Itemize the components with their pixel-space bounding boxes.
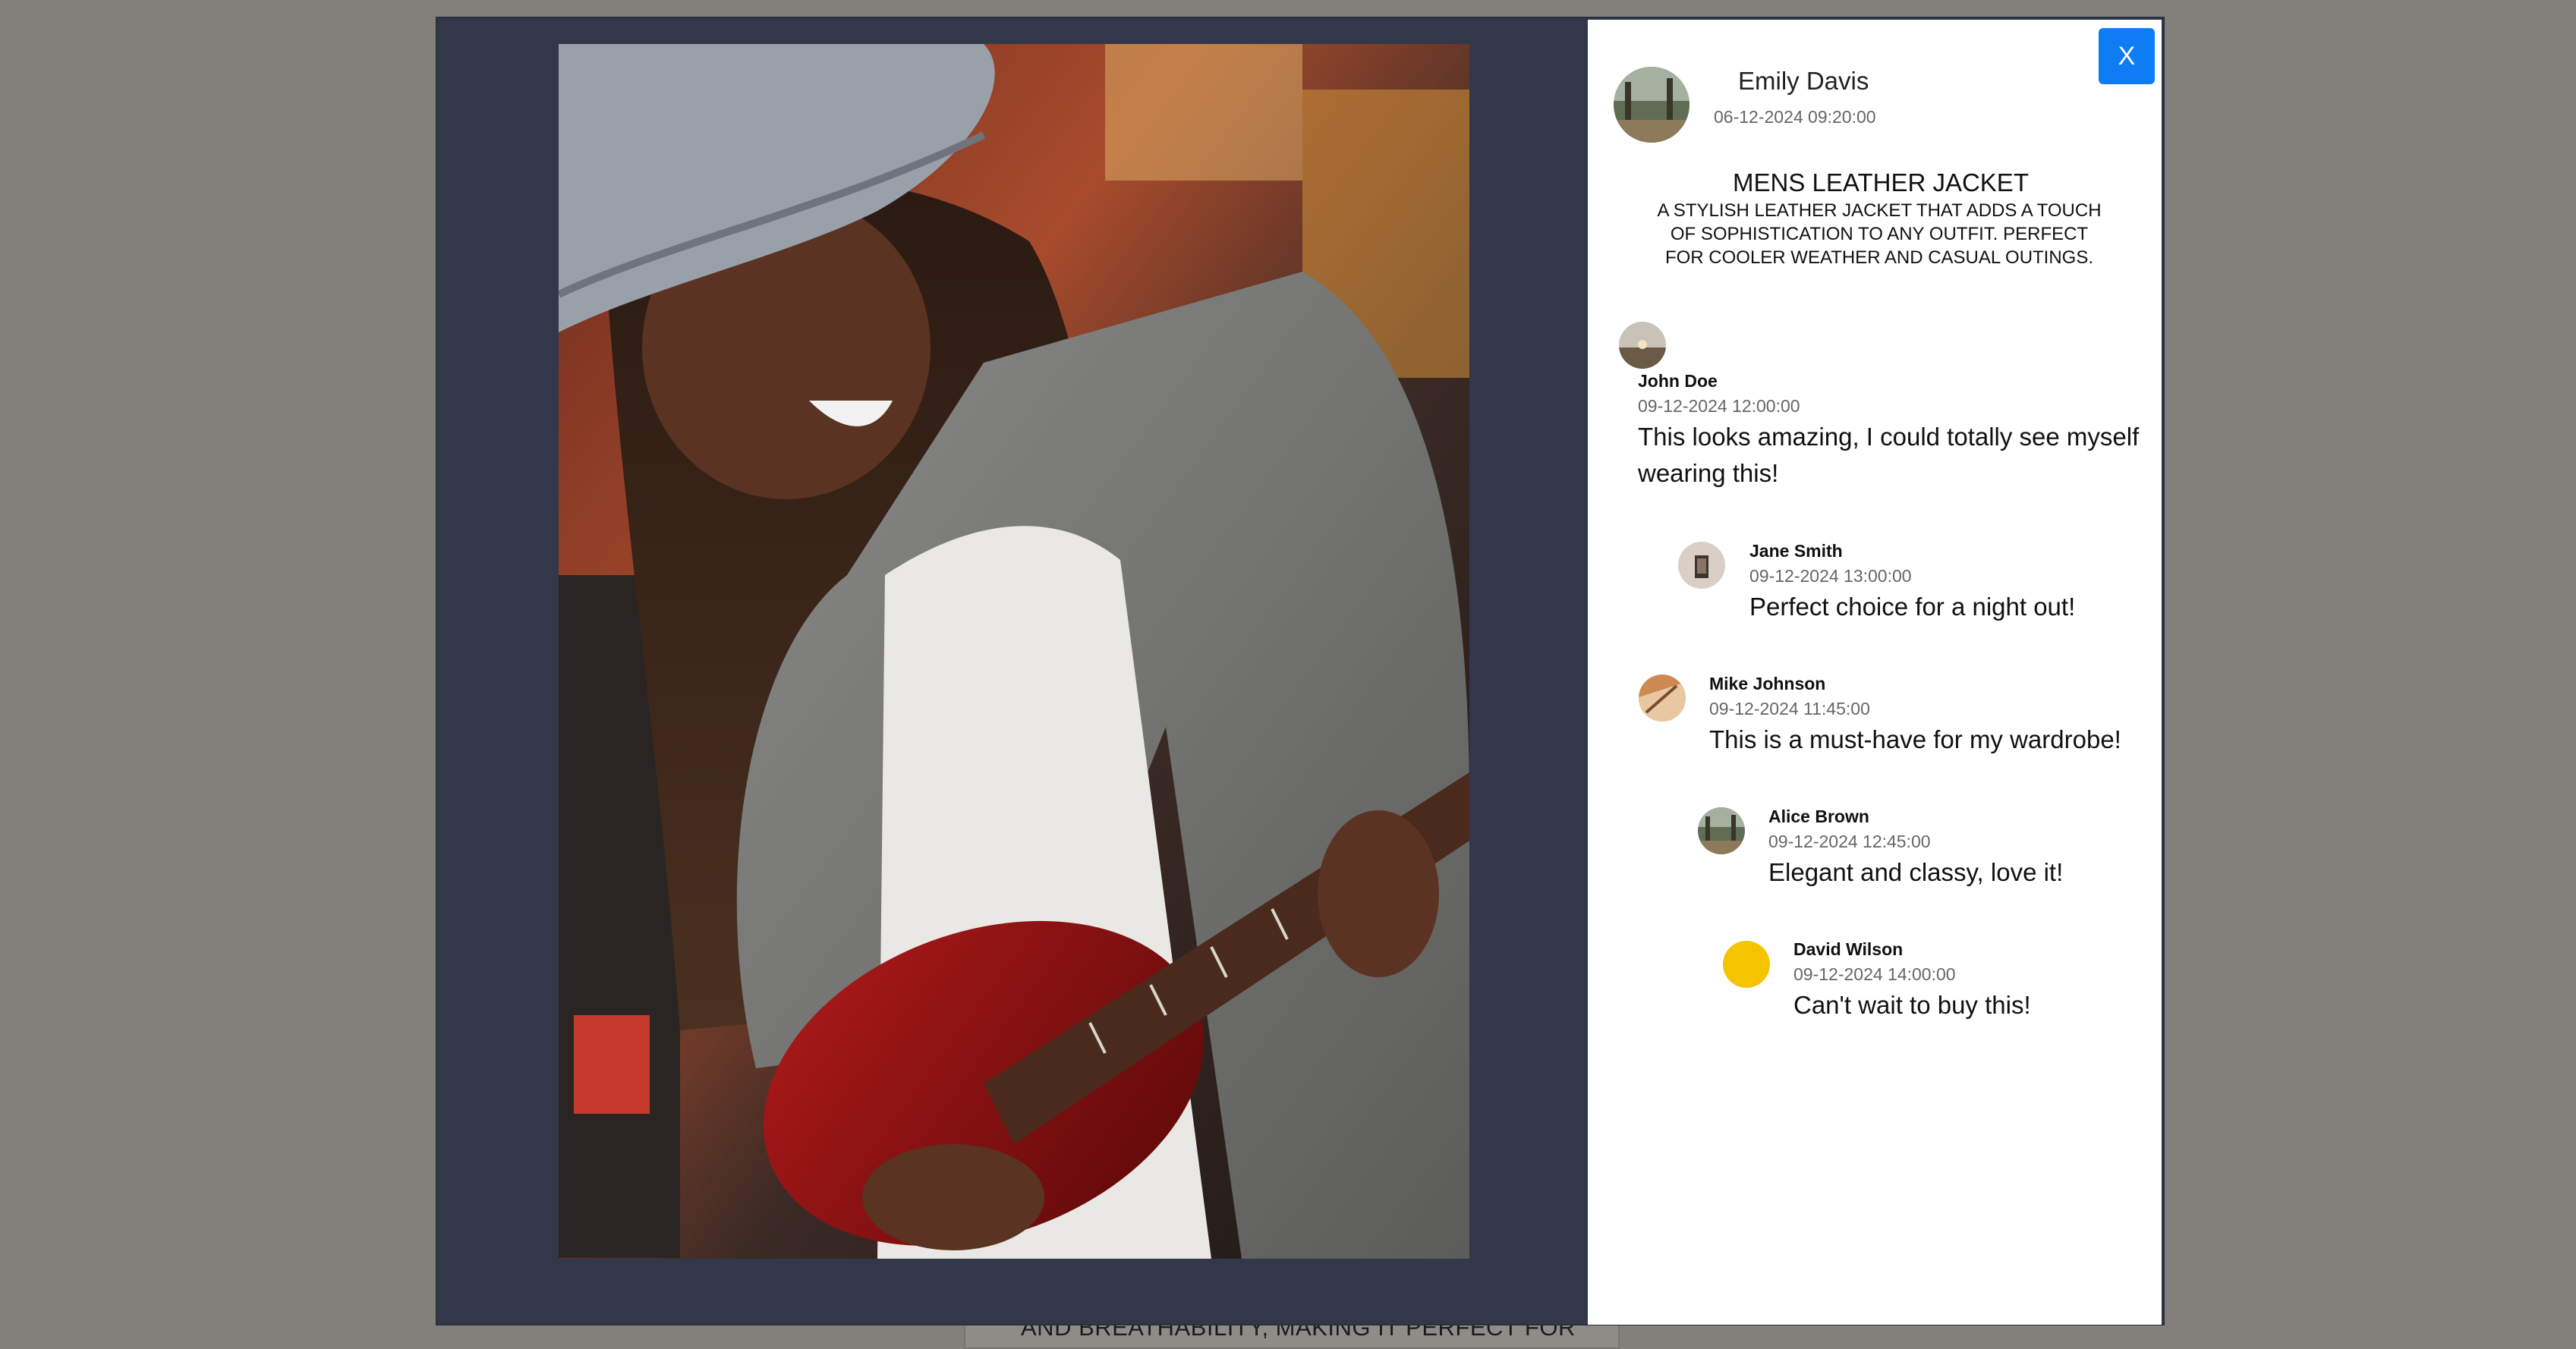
comment-author: John Doe bbox=[1638, 371, 1718, 391]
author-name: Emily Davis bbox=[1738, 67, 1869, 95]
comment-text: This is a must-have for my wardrobe! bbox=[1709, 725, 2121, 753]
comment-date: 09-12-2024 13:00:00 bbox=[1749, 566, 1912, 586]
photo-image bbox=[559, 44, 1469, 1259]
comment-avatar bbox=[1698, 807, 1745, 854]
post-date: 06-12-2024 09:20:00 bbox=[1714, 107, 1876, 127]
author-avatar bbox=[1614, 67, 1690, 143]
comment-avatar bbox=[1678, 542, 1725, 589]
comment-author: David Wilson bbox=[1793, 939, 1904, 959]
comment-author: Mike Johnson bbox=[1709, 674, 1826, 693]
comment-text: Elegant and classy, love it! bbox=[1768, 858, 2064, 886]
comment-avatar bbox=[1639, 674, 1686, 722]
close-button[interactable]: X bbox=[2099, 28, 2155, 84]
comment-avatar bbox=[1619, 322, 1666, 369]
comment-text: Can't wait to buy this! bbox=[1793, 991, 2031, 1019]
comment-text: This looks amazing, I could totally see … bbox=[1638, 423, 2140, 487]
comment-author: Alice Brown bbox=[1768, 807, 1869, 826]
comment-author: Jane Smith bbox=[1749, 541, 1843, 561]
comment-text: Perfect choice for a night out! bbox=[1749, 593, 2076, 621]
comment-avatar-image bbox=[1678, 542, 1725, 589]
comment-avatar-image bbox=[1639, 674, 1686, 722]
author-avatar-image bbox=[1614, 67, 1690, 143]
post-title: MENS LEATHER JACKET bbox=[1733, 168, 2029, 197]
comment-avatar-image bbox=[1698, 807, 1745, 854]
comment-avatar-image bbox=[1619, 322, 1666, 369]
comment-date: 09-12-2024 14:00:00 bbox=[1793, 964, 1956, 984]
comment-date: 09-12-2024 12:00:00 bbox=[1638, 396, 1800, 416]
post-description: A STYLISH LEATHER JACKET THAT ADDS A TOU… bbox=[1657, 200, 2102, 268]
comment-date: 09-12-2024 12:45:00 bbox=[1768, 832, 1931, 851]
comment-avatar bbox=[1723, 941, 1770, 988]
comment-date: 09-12-2024 11:45:00 bbox=[1709, 699, 1870, 719]
post-photo bbox=[559, 44, 1469, 1259]
